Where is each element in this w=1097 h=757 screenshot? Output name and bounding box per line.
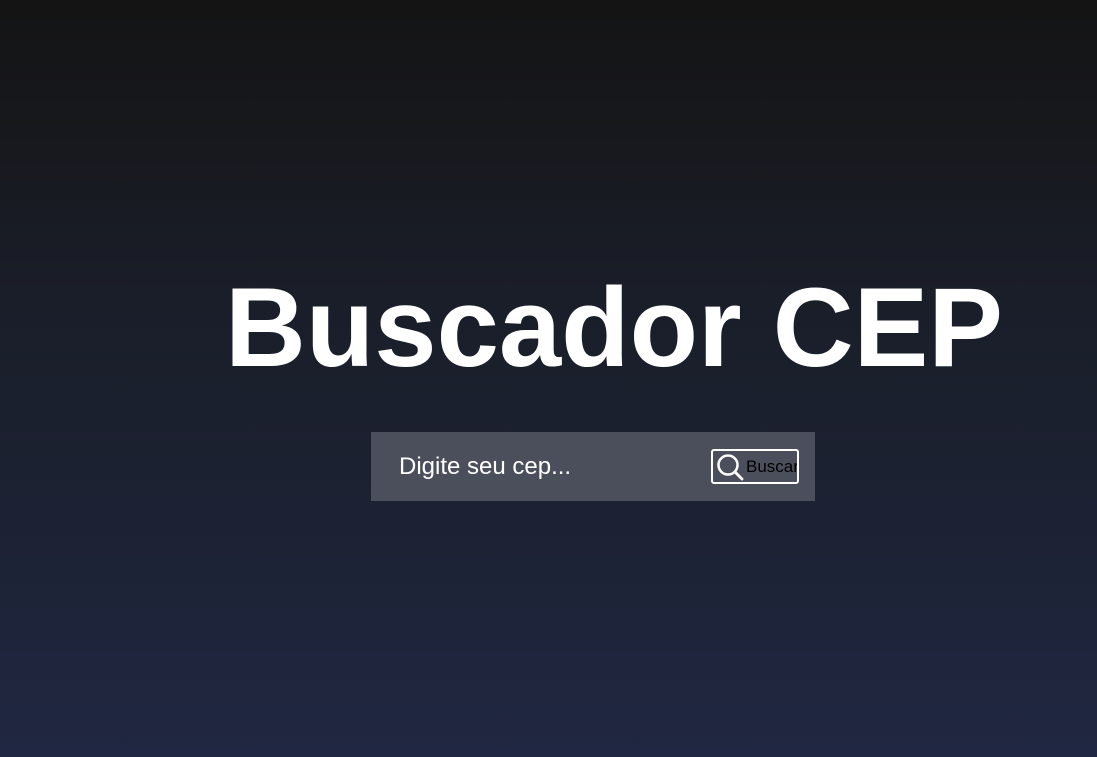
page-title: Buscador CEP <box>225 265 1003 390</box>
cep-input[interactable] <box>371 432 701 501</box>
search-button-label: Buscar <box>746 456 799 476</box>
search-icon <box>717 453 744 480</box>
search-button[interactable]: Buscar <box>711 449 799 484</box>
search-bar: Buscar <box>371 432 815 501</box>
